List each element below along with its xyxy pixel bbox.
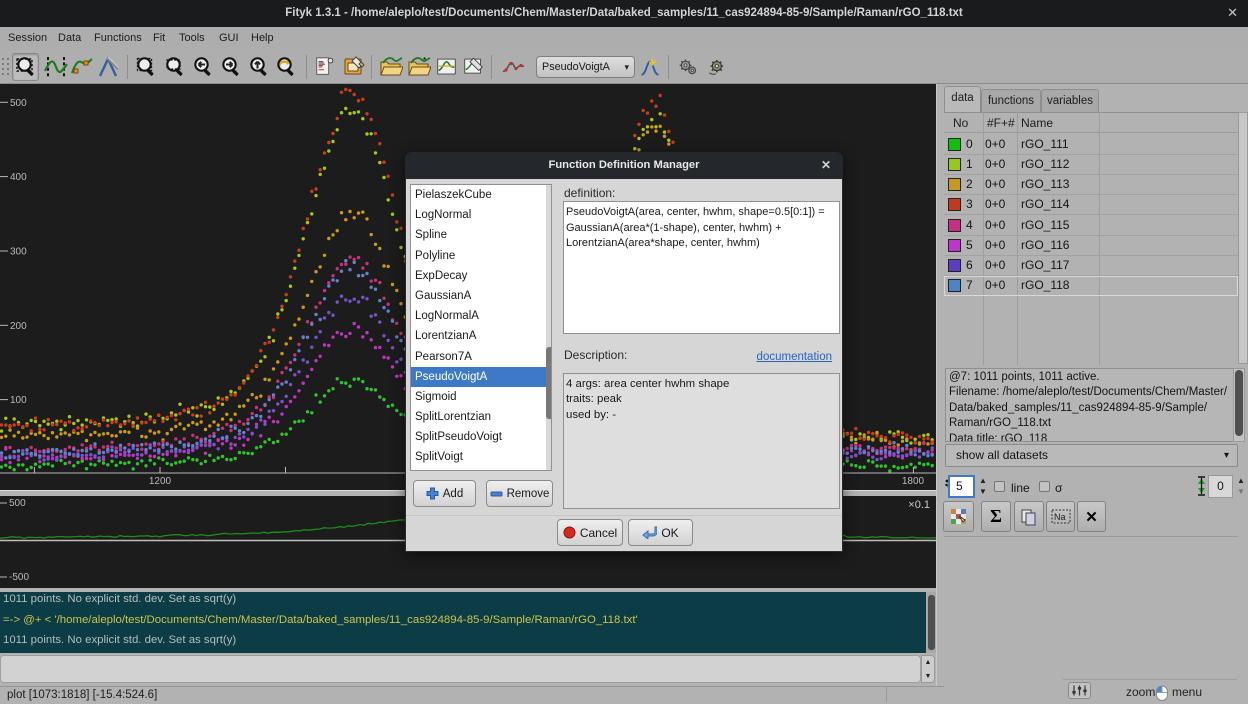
svg-text:1800: 1800: [902, 476, 925, 487]
svg-text:×0.1: ×0.1: [908, 499, 930, 511]
svg-text:500: 500: [10, 98, 27, 109]
svg-text:100: 100: [10, 395, 27, 406]
svg-text:200: 200: [10, 321, 27, 332]
svg-text:1200: 1200: [149, 476, 172, 487]
svg-text:Na: Na: [1054, 512, 1066, 522]
svg-text:400: 400: [10, 172, 27, 183]
svg-text:300: 300: [10, 247, 27, 258]
svg-text:-500: -500: [9, 572, 29, 583]
svg-text:500: 500: [9, 498, 26, 509]
